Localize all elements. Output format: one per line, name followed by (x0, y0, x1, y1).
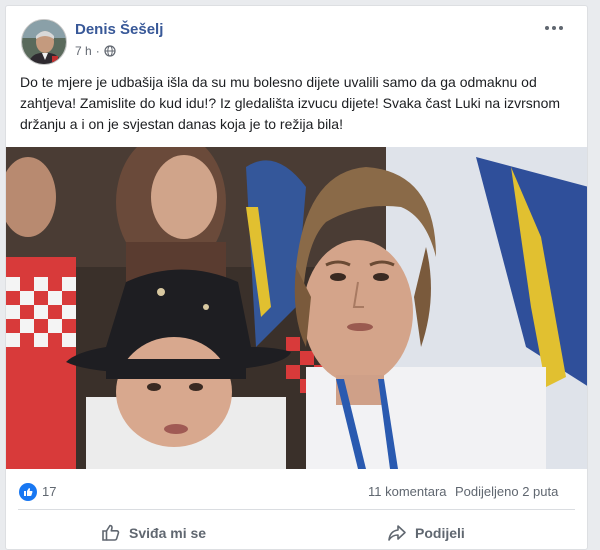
like-count[interactable]: 17 (42, 484, 56, 499)
share-arrow-icon (388, 525, 406, 541)
post-text: Do te mjere je udbašija išla da su mu bo… (20, 74, 561, 132)
like-button[interactable]: Sviđa mi se (101, 518, 206, 548)
thumbs-up-icon (102, 524, 120, 541)
author-avatar[interactable] (21, 19, 67, 65)
more-options-icon[interactable] (543, 22, 565, 34)
globe-icon[interactable] (104, 45, 116, 57)
share-button[interactable]: Podijeli (387, 518, 465, 548)
post-card: Denis Šešelj 7 h · Do te mjere je udbaši… (5, 5, 588, 550)
comment-count[interactable]: 11 komentara (368, 484, 447, 499)
avatar-image (22, 20, 66, 64)
reaction-like-icon[interactable] (19, 483, 37, 501)
post-stats: 17 11 komentara Podijeljeno 2 puta (6, 469, 587, 513)
author-name[interactable]: Denis Šešelj (75, 21, 163, 38)
share-button-label: Podijeli (415, 525, 465, 541)
post-photo[interactable] (6, 147, 587, 469)
meta-separator: · (95, 44, 100, 58)
post-time[interactable]: 7 h (75, 44, 92, 58)
divider (18, 509, 575, 510)
post-meta: 7 h · (75, 44, 116, 58)
share-count[interactable]: Podijeljeno 2 puta (455, 484, 558, 499)
like-button-label: Sviđa mi se (129, 525, 207, 541)
